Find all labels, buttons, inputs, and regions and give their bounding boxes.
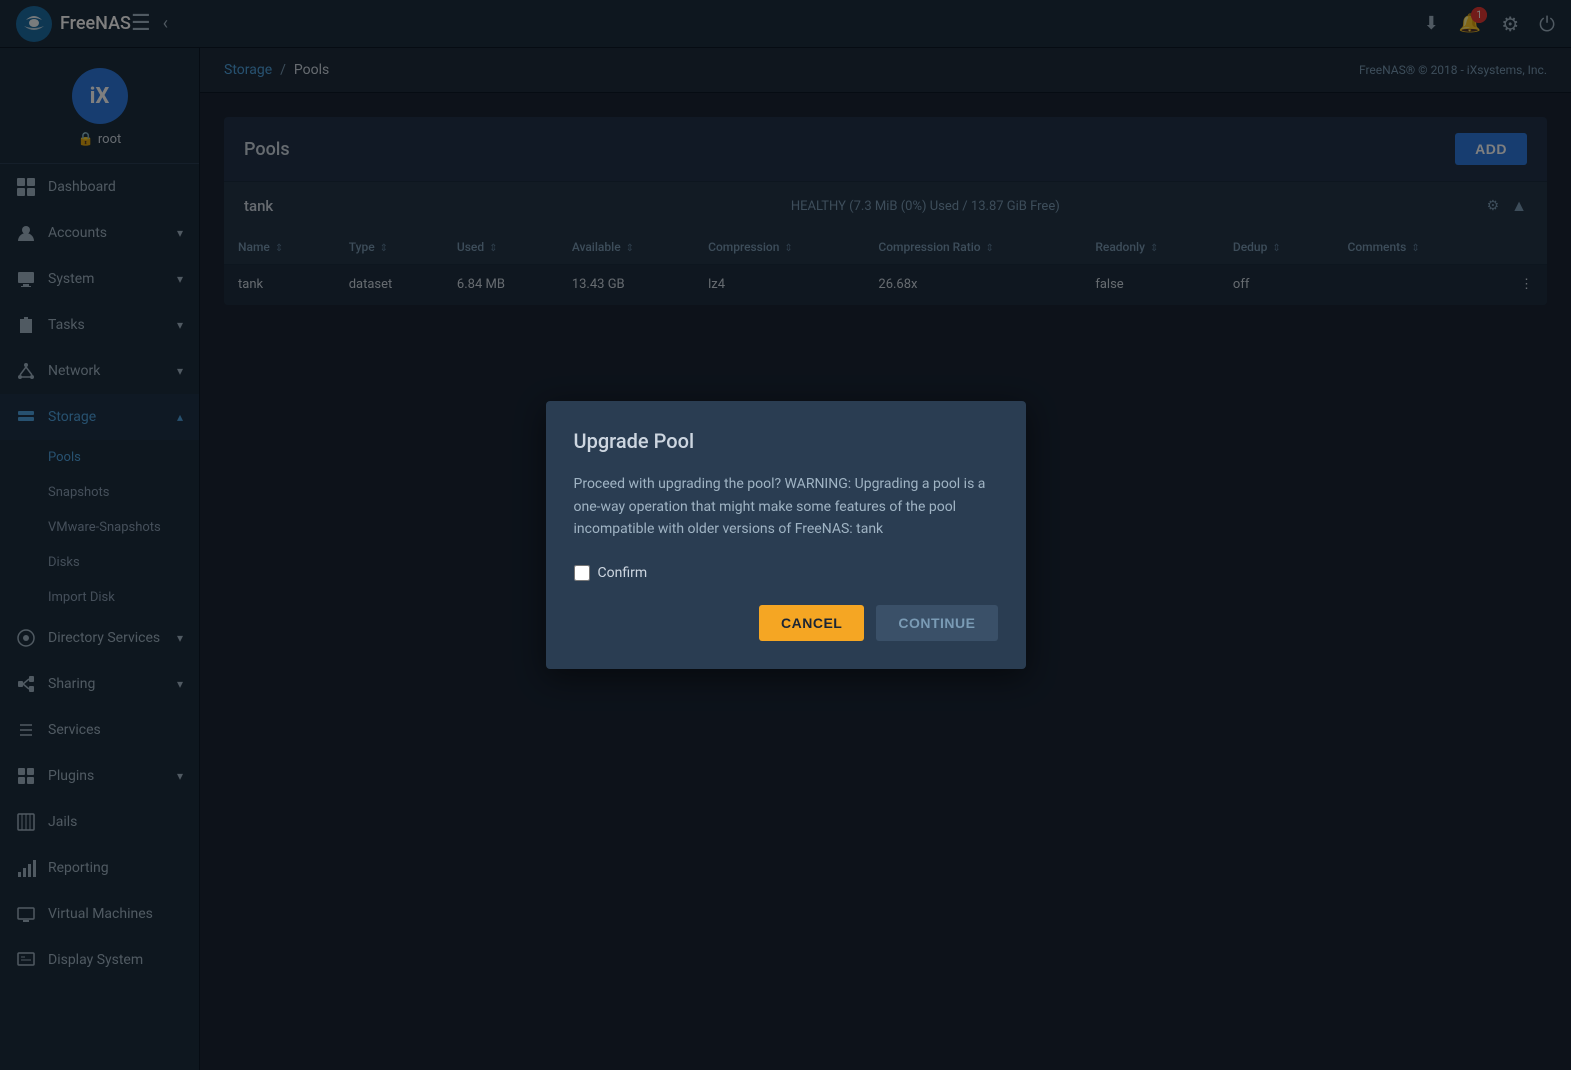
dialog-title: Upgrade Pool (574, 429, 998, 453)
confirm-label[interactable]: Confirm (598, 565, 648, 581)
confirm-checkbox[interactable] (574, 565, 590, 581)
dialog-actions: CANCEL CONTINUE (574, 605, 998, 641)
continue-button[interactable]: CONTINUE (876, 605, 997, 641)
dialog-body: Proceed with upgrading the pool? WARNING… (574, 473, 998, 540)
cancel-button[interactable]: CANCEL (759, 605, 864, 641)
upgrade-pool-dialog: Upgrade Pool Proceed with upgrading the … (546, 401, 1026, 668)
dialog-overlay: Upgrade Pool Proceed with upgrading the … (0, 0, 1571, 1070)
dialog-confirm-row: Confirm (574, 565, 998, 581)
